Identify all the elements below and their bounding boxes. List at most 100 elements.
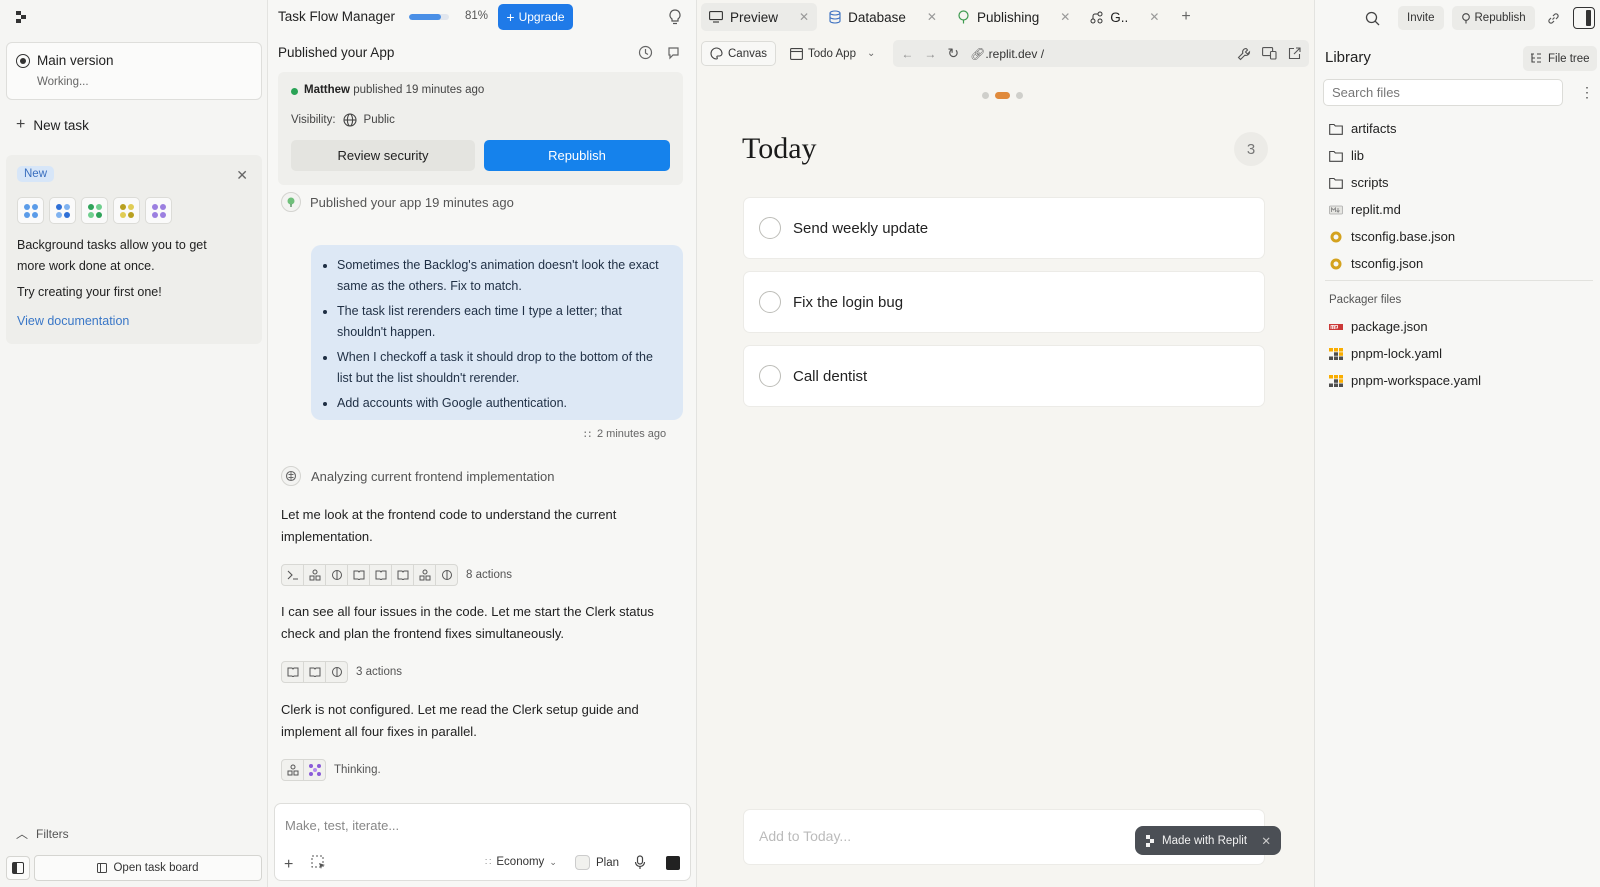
todo-item[interactable]: Send weekly update: [743, 197, 1265, 259]
back-arrow-icon[interactable]: ←: [901, 47, 913, 61]
tab-preview[interactable]: Preview ✕: [701, 3, 818, 31]
canvas-button[interactable]: Canvas: [701, 41, 776, 66]
open-task-board-button[interactable]: Open task board: [34, 855, 262, 881]
tab-database[interactable]: Database ✕: [821, 3, 945, 31]
wrench-icon[interactable]: [1237, 47, 1251, 61]
stop-button[interactable]: [666, 856, 680, 870]
file-item-pnpm-lock[interactable]: pnpm-lock.yaml: [1329, 346, 1442, 361]
close-icon[interactable]: ✕: [236, 167, 248, 184]
file-item-replit-md[interactable]: replit.md: [1329, 202, 1401, 217]
publishing-icon: [281, 192, 301, 212]
carousel-dot-active[interactable]: [995, 92, 1010, 99]
file-item-artifacts[interactable]: artifacts: [1329, 121, 1397, 136]
todo-checkbox[interactable]: [759, 365, 781, 387]
new-task-button[interactable]: + New task: [16, 116, 89, 134]
publisher-name: Matthew: [304, 84, 350, 96]
divider: [1325, 280, 1593, 281]
microphone-icon[interactable]: [634, 855, 646, 870]
visibility-row: Visibility: Public: [291, 113, 395, 127]
carousel-dot[interactable]: [1016, 92, 1023, 99]
usage-progress-label: 81%: [465, 10, 489, 22]
new-chat-icon[interactable]: [667, 45, 682, 60]
history-icon[interactable]: [638, 45, 653, 60]
radio-selected-icon: [16, 54, 30, 68]
add-tab-icon[interactable]: +: [1181, 8, 1190, 26]
add-todo-input[interactable]: [759, 828, 1119, 844]
published-time: published 19 minutes ago: [353, 84, 485, 96]
invite-button[interactable]: Invite: [1398, 6, 1444, 30]
file-name: artifacts: [1351, 121, 1397, 136]
todo-item[interactable]: Call dentist: [743, 345, 1265, 407]
file-item-tsconfig-base[interactable]: tsconfig.base.json: [1329, 229, 1455, 244]
tab-git[interactable]: G.. ✕: [1082, 3, 1167, 31]
file-tree-button[interactable]: File tree: [1523, 46, 1597, 71]
file-item-scripts[interactable]: scripts: [1329, 175, 1389, 190]
url-value: .replit.dev /: [985, 46, 1045, 61]
close-icon[interactable]: ✕: [1261, 834, 1271, 848]
tab-publishing[interactable]: Publishing ✕: [949, 3, 1078, 31]
mode-select[interactable]: ∷ Economy ⌄: [485, 856, 557, 868]
top-republish-button[interactable]: Republish: [1451, 6, 1535, 30]
attach-plus-icon[interactable]: +: [284, 856, 293, 874]
globe-icon: [342, 113, 357, 127]
file-item-pnpm-workspace[interactable]: pnpm-workspace.yaml: [1329, 373, 1481, 388]
shapes-icon: [303, 564, 326, 586]
forward-arrow-icon[interactable]: →: [924, 47, 936, 61]
analyzing-text: Analyzing current frontend implementatio…: [311, 468, 555, 484]
upgrade-button[interactable]: + Upgrade: [498, 4, 573, 30]
file-item-lib[interactable]: lib: [1329, 148, 1364, 163]
app-select[interactable]: Todo App ⌄: [786, 41, 879, 66]
plan-checkbox: [575, 855, 590, 870]
file-tree-icon: [1531, 53, 1541, 63]
replit-logo-icon[interactable]: [14, 10, 28, 24]
close-tab-icon[interactable]: ✕: [1149, 10, 1159, 24]
reload-icon[interactable]: ↻: [947, 45, 959, 62]
action-group-2[interactable]: 3 actions: [281, 661, 402, 683]
agent-chat-panel: Task Flow Manager 81% + Upgrade Publishe…: [268, 0, 697, 887]
close-tab-icon[interactable]: ✕: [927, 10, 937, 24]
todo-checkbox[interactable]: [759, 291, 781, 313]
board-icon: [97, 863, 108, 873]
filters-toggle[interactable]: ︿ Filters: [16, 825, 69, 842]
tab-label: Preview: [730, 9, 779, 25]
file-item-tsconfig[interactable]: tsconfig.json: [1329, 256, 1423, 271]
close-tab-icon[interactable]: ✕: [799, 10, 809, 24]
panel-toggle-icon[interactable]: [1572, 7, 1595, 29]
header-actions: [638, 45, 682, 60]
carousel-dot[interactable]: [982, 92, 989, 99]
file-name: package.json: [1351, 319, 1428, 334]
chat-input[interactable]: [285, 818, 665, 833]
more-options-icon[interactable]: ⋮: [1580, 84, 1594, 101]
url-text[interactable]: 🔗︎.replit.dev /: [970, 47, 1044, 61]
background-tasks-promo: New ✕ Background tasks allow you to get …: [6, 155, 262, 344]
today-heading: Today: [742, 132, 817, 165]
devices-icon[interactable]: [1262, 47, 1277, 60]
todo-checkbox[interactable]: [759, 217, 781, 239]
lightbulb-icon[interactable]: [668, 9, 682, 25]
action-group-1[interactable]: 8 actions: [281, 564, 512, 586]
close-tab-icon[interactable]: ✕: [1060, 10, 1070, 24]
agent-message: Let me look at the frontend code to unde…: [281, 507, 617, 544]
sidebar-toggle-button[interactable]: [6, 856, 30, 880]
agent-message: I can see all four issues in the code. L…: [281, 604, 654, 641]
plan-toggle[interactable]: Plan: [575, 855, 619, 870]
select-element-icon[interactable]: [311, 855, 326, 870]
search-icon[interactable]: [1365, 11, 1380, 26]
search-files-input[interactable]: [1323, 79, 1563, 106]
todo-item[interactable]: Fix the login bug: [743, 271, 1265, 333]
republish-button[interactable]: Republish: [484, 140, 670, 171]
replit-logo-icon: [1146, 834, 1154, 847]
file-item-package-json[interactable]: package.json: [1329, 319, 1428, 334]
link-icon[interactable]: [1543, 6, 1565, 30]
agent-message: Clerk is not configured. Let me read the…: [281, 702, 639, 739]
view-documentation-link[interactable]: View documentation: [17, 314, 129, 328]
app-title[interactable]: Task Flow Manager: [278, 9, 395, 24]
drag-handle-icon[interactable]: ∷: [584, 428, 591, 441]
open-external-icon[interactable]: [1288, 47, 1301, 60]
analyzing-step[interactable]: Analyzing current frontend implementatio…: [281, 466, 555, 486]
review-security-button[interactable]: Review security: [291, 140, 475, 171]
main-version-card[interactable]: Main version Working...: [6, 42, 262, 100]
promo-try-text: Try creating your first one!: [17, 285, 162, 299]
made-with-replit-badge[interactable]: Made with Replit ✕: [1135, 826, 1281, 855]
book-icon: [303, 661, 326, 683]
